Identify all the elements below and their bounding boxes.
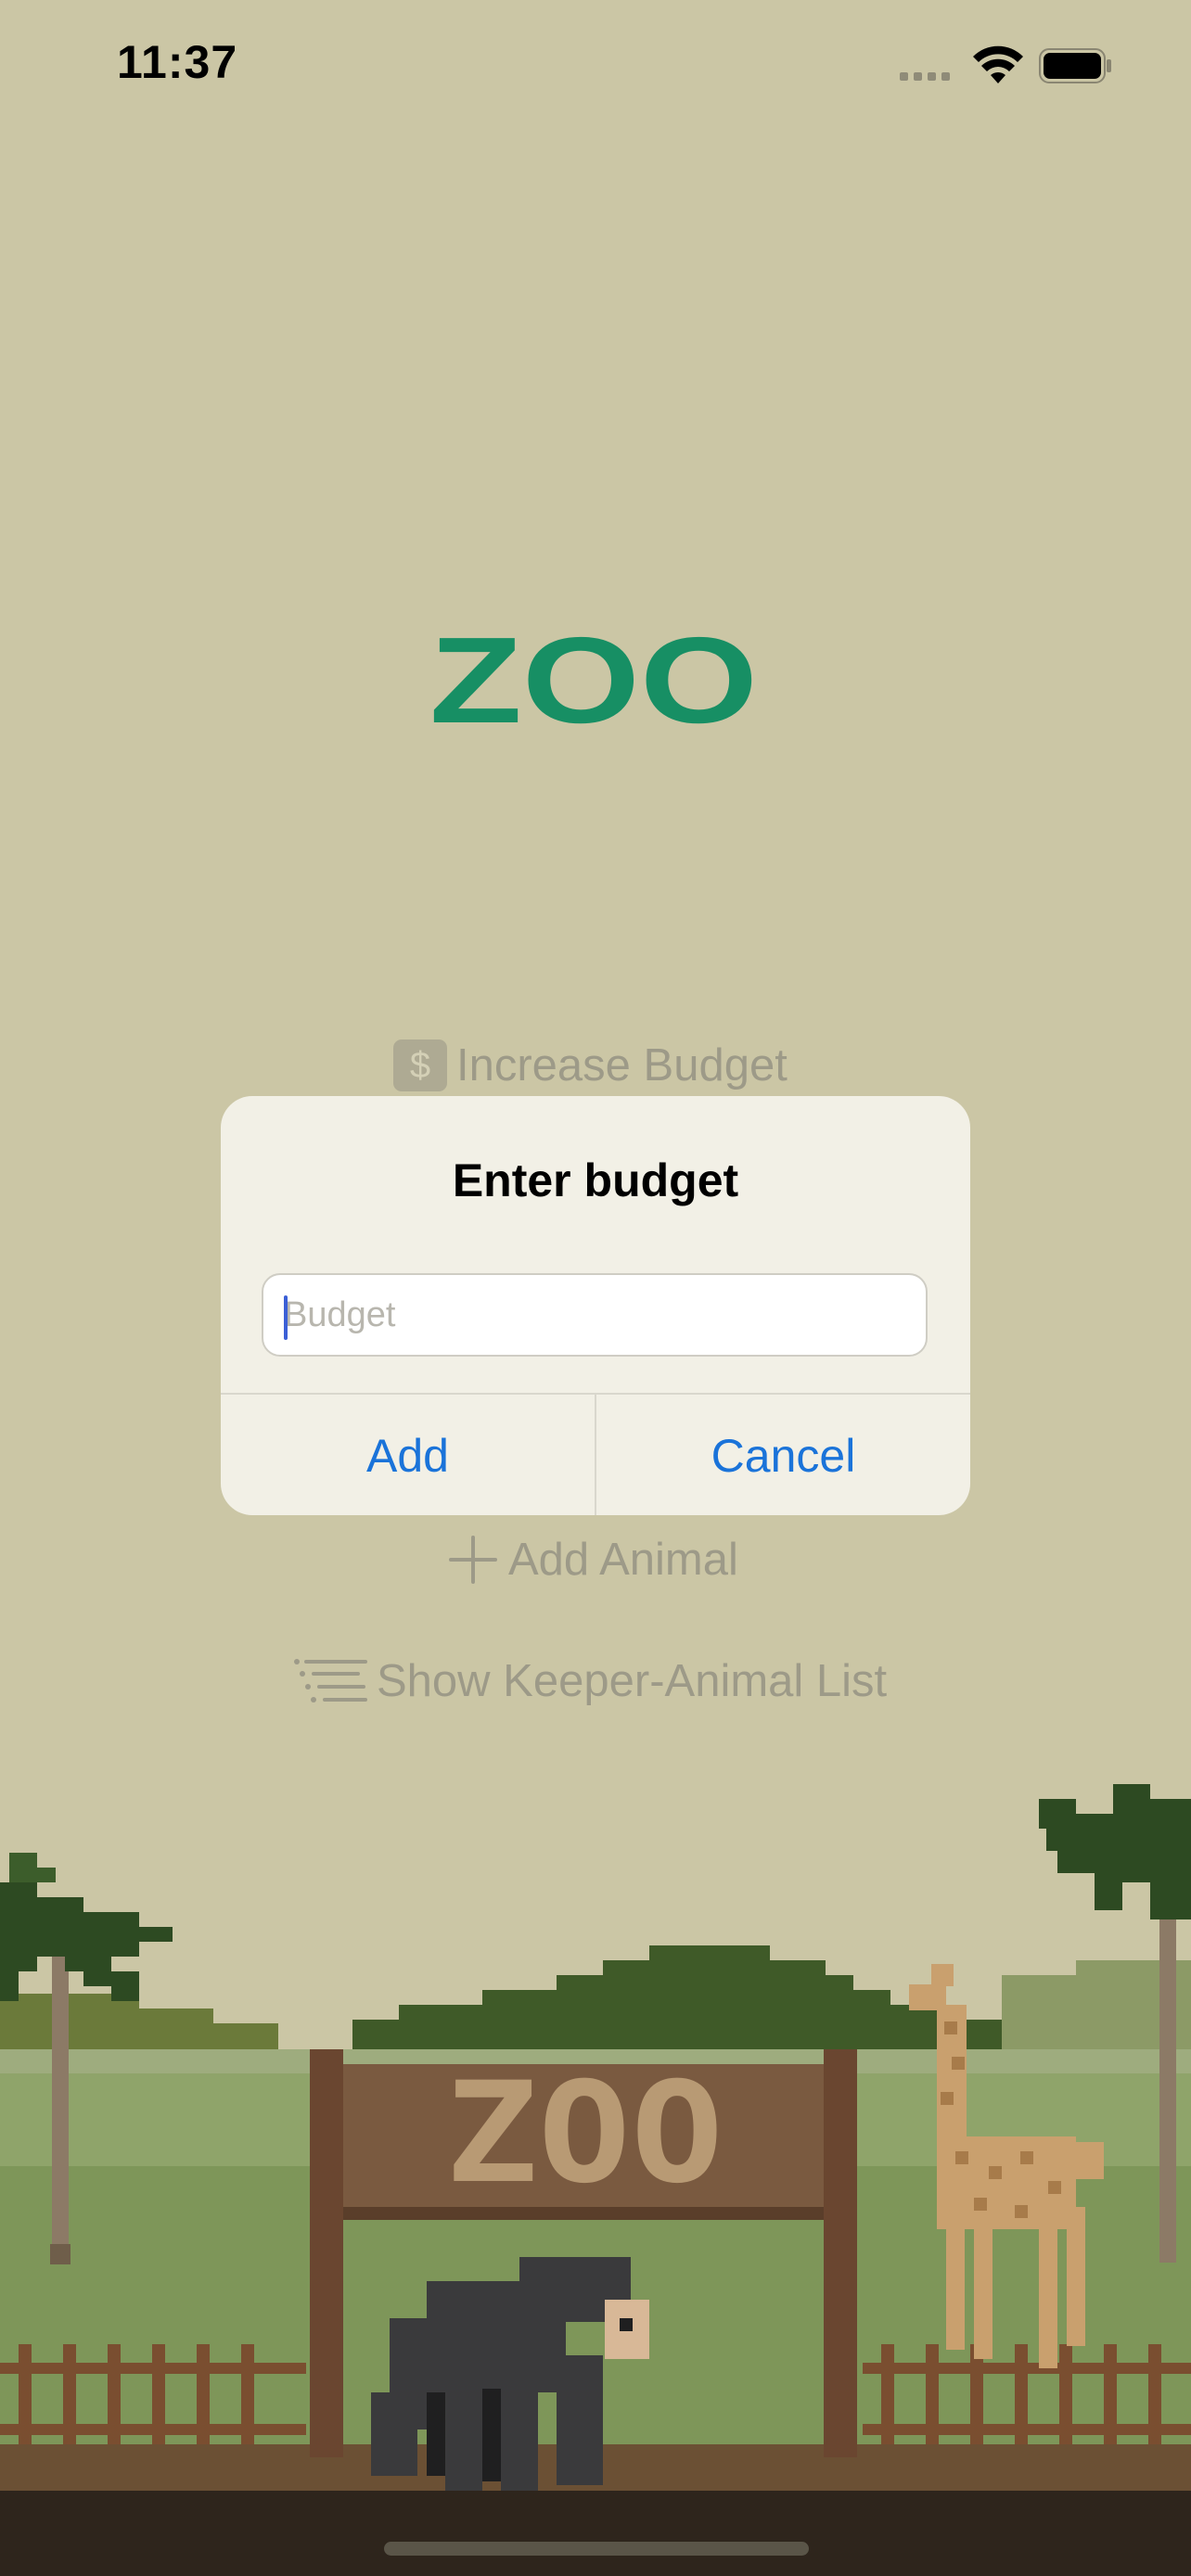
show-keeper-animal-list-button[interactable]: Show Keeper-Animal List [291, 1656, 887, 1706]
enter-budget-dialog: Enter budget Add Cancel [221, 1096, 970, 1515]
increase-budget-label: Increase Budget [456, 1039, 788, 1090]
home-indicator[interactable] [384, 2542, 809, 2556]
status-bar: 11:37 [0, 0, 1191, 139]
increase-budget-button[interactable]: $ Increase Budget [393, 1039, 788, 1091]
show-keeper-animal-list-label: Show Keeper-Animal List [377, 1655, 888, 1706]
cancel-button[interactable]: Cancel [595, 1395, 970, 1515]
wifi-icon [973, 45, 1023, 83]
zoo-scene-illustration: ZOO [0, 1784, 1191, 2576]
zoo-logo-text: ZOO [429, 627, 758, 729]
dialog-title: Enter budget [452, 1154, 739, 1206]
text-cursor [284, 1295, 288, 1340]
budget-input-container [262, 1273, 928, 1357]
battery-icon [1039, 48, 1111, 83]
zoo-logo: ZOO [429, 627, 758, 729]
dollar-icon: $ [393, 1039, 447, 1091]
dialog-button-row: Add Cancel [221, 1393, 970, 1515]
zoo-sign-text: ZOO [445, 2053, 724, 2214]
list-icon [294, 1659, 367, 1702]
add-animal-label: Add Animal [508, 1534, 738, 1585]
cellular-signal-icon [900, 72, 950, 81]
plus-icon [449, 1536, 497, 1584]
budget-input[interactable] [263, 1275, 926, 1355]
add-animal-button[interactable]: Add Animal [447, 1534, 738, 1586]
add-button[interactable]: Add [221, 1395, 595, 1515]
status-time: 11:37 [117, 36, 238, 88]
